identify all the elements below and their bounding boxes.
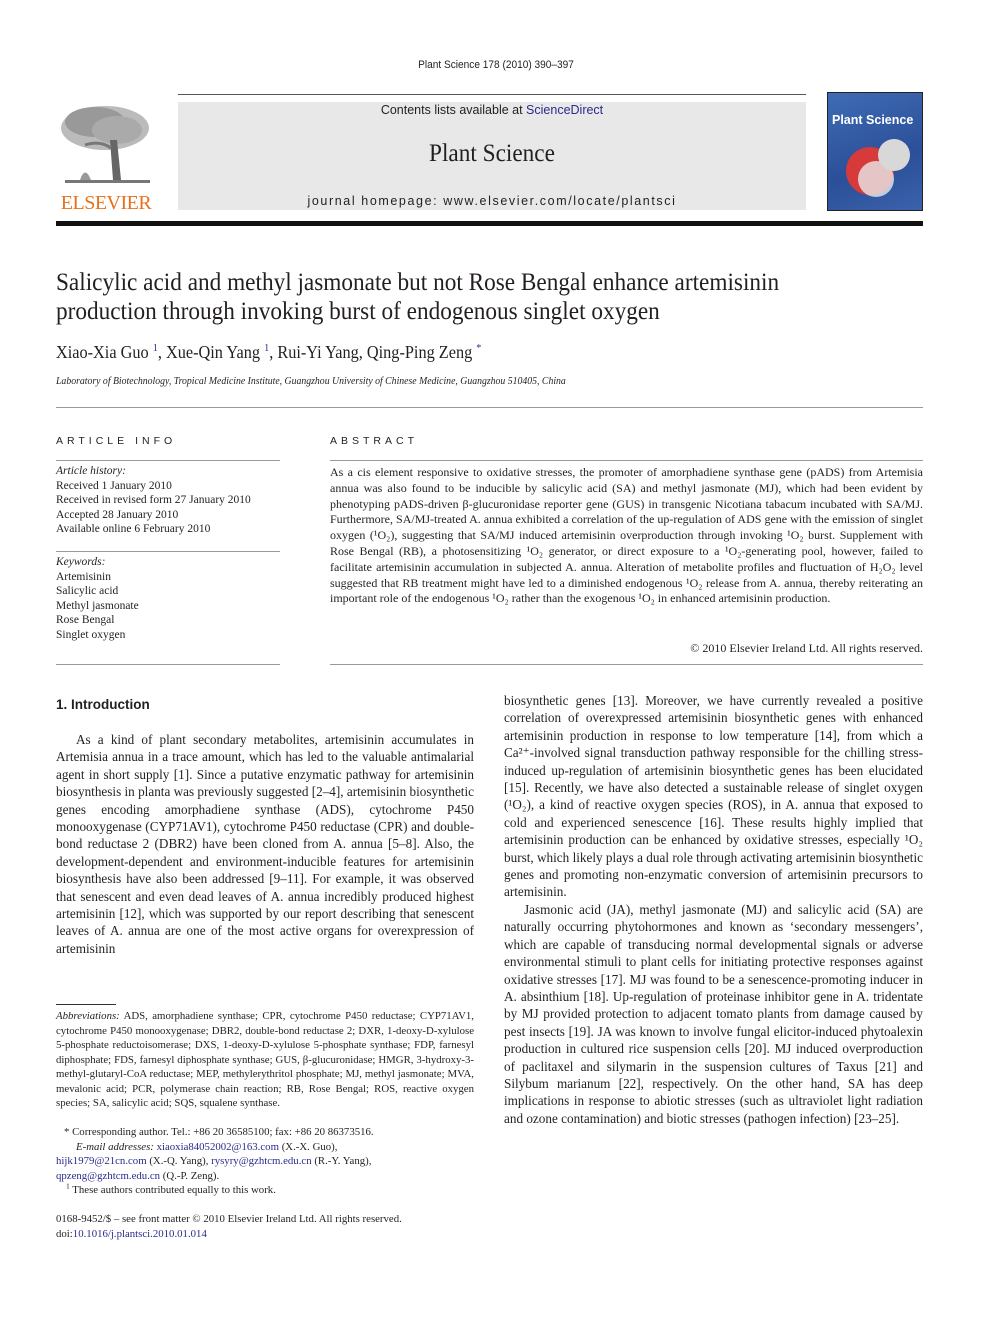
keyword: Rose Bengal [56, 614, 115, 626]
abstract-copyright: © 2010 Elsevier Ireland Ltd. All rights … [690, 641, 923, 655]
keyword: Singlet oxygen [56, 628, 126, 641]
email-link[interactable]: hijk1979@21cn.com [56, 1155, 147, 1167]
history-item: Available online 6 February 2010 [56, 523, 211, 535]
doi-line: doi:10.1016/j.plantsci.2010.01.014 [56, 1227, 474, 1242]
intro-paragraph: Jasmonic acid (JA), methyl jasmonate (MJ… [504, 901, 923, 1126]
keyword: Methyl jasmonate [56, 599, 139, 612]
history-label: Article history: [56, 465, 126, 477]
author[interactable]: Xiao-Xia Guo [56, 342, 149, 362]
elsevier-wordmark: ELSEVIER [60, 192, 152, 214]
abstract-rule [330, 460, 923, 461]
footnote-rule [56, 1004, 116, 1005]
article-info-rule [56, 460, 280, 461]
email-line: qpzeng@gzhtcm.edu.cn (Q.-P. Zeng). [56, 1169, 474, 1184]
equal-contribution-text: These authors contributed equally to thi… [72, 1184, 276, 1196]
author[interactable]: Qing-Ping Zeng [367, 342, 472, 362]
email-owner: (X.-Q. Yang), [149, 1155, 209, 1167]
author-mark[interactable]: 1 [264, 342, 269, 354]
keyword: Salicylic acid [56, 585, 119, 597]
journal-title: Plant Science [429, 140, 555, 167]
keywords-rule [56, 551, 280, 552]
abstract-bottom-rule [330, 664, 923, 665]
email-link[interactable]: qpzeng@gzhtcm.edu.cn [56, 1170, 160, 1182]
corresponding-footnote: * Corresponding author. Tel.: +86 20 365… [56, 1125, 474, 1198]
journal-cover-image: Plant Science [827, 92, 923, 211]
keywords: Keywords: Artemisinin Salicylic acid Met… [56, 555, 139, 642]
author[interactable]: Rui-Yi Yang [277, 342, 358, 362]
journal-citation: Plant Science 178 (2010) 390–397 [418, 59, 574, 71]
keyword: Artemisinin [56, 570, 111, 583]
info-bottom-rule [56, 664, 280, 665]
article-title: Salicylic acid and methyl jasmonate but … [56, 269, 780, 325]
abbreviations-text: ADS, amorphadiene synthase; CPR, cytochr… [56, 1010, 474, 1109]
author[interactable]: Xue-Qin Yang [166, 342, 260, 362]
author-list: Xiao-Xia Guo 1, Xue-Qin Yang 1, Rui-Yi Y… [56, 342, 482, 362]
email-owner: (X.-X. Guo), [281, 1140, 338, 1153]
contents-line: Contents lists available at ScienceDirec… [178, 103, 806, 117]
history-item: Received 1 January 2010 [56, 479, 172, 492]
intro-paragraph: As a kind of plant secondary metabolites… [56, 732, 474, 956]
history-item: Received in revised form 27 January 2010 [56, 494, 251, 506]
cover-sphere-icon [846, 139, 910, 197]
contents-prefix: Contents lists available at [380, 103, 527, 117]
front-matter: 0168-9452/$ – see front matter © 2010 El… [56, 1212, 474, 1241]
abbreviations-label: Abbreviations: [56, 1010, 120, 1022]
journal-homepage[interactable]: journal homepage: www.elsevier.com/locat… [178, 194, 806, 208]
corresponding-mark[interactable]: * [476, 342, 481, 354]
email-owner: (Q.-P. Zeng). [162, 1169, 220, 1182]
history-item: Accepted 28 January 2010 [56, 508, 179, 521]
tree-icon [61, 106, 150, 183]
sciencedirect-link[interactable]: ScienceDirect [526, 103, 603, 117]
email-link[interactable]: xiaoxia84052002@163.com [157, 1141, 279, 1153]
abstract-heading: ABSTRACT [330, 435, 419, 447]
keywords-label: Keywords: [56, 556, 106, 568]
introduction-heading: 1. Introduction [56, 697, 150, 712]
author-mark[interactable]: 1 [153, 342, 158, 354]
email-label: E-mail addresses: [76, 1140, 154, 1153]
intro-right-column: biosynthetic genes [13]. Moreover, we ha… [504, 692, 923, 1127]
doi-prefix: doi: [56, 1227, 73, 1240]
title-rule [56, 407, 923, 408]
corresponding-author: * Corresponding author. Tel.: +86 20 365… [64, 1126, 374, 1138]
doi-link[interactable]: 10.1016/j.plantsci.2010.01.014 [73, 1228, 207, 1240]
email-line: E-mail addresses: xiaoxia84052002@163.co… [56, 1140, 474, 1155]
header-rule [178, 94, 806, 95]
equal-contribution-note: 1 These authors contributed equally to t… [56, 1181, 474, 1198]
affiliation: Laboratory of Biotechnology, Tropical Me… [56, 376, 566, 387]
intro-paragraph: biosynthetic genes [13]. Moreover, we ha… [504, 693, 923, 900]
abbreviations-footnote: Abbreviations: ADS, amorphadiene synthas… [56, 1009, 474, 1111]
email-owner: (R.-Y. Yang), [314, 1155, 372, 1167]
abstract-text: As a cis element responsive to oxidative… [330, 465, 923, 606]
front-matter-text: 0168-9452/$ – see front matter © 2010 El… [56, 1213, 402, 1225]
email-line: hijk1979@21cn.com (X.-Q. Yang), rysyry@g… [56, 1154, 474, 1169]
header-thick-rule [56, 221, 923, 226]
article-info-heading: ARTICLE INFO [56, 435, 177, 447]
email-link[interactable]: rysyry@gzhtcm.edu.cn [211, 1155, 312, 1167]
footnote-mark: 1 [66, 1181, 70, 1191]
article-history: Article history: Received 1 January 2010… [56, 464, 251, 537]
intro-left-column: As a kind of plant secondary metabolites… [56, 731, 474, 957]
